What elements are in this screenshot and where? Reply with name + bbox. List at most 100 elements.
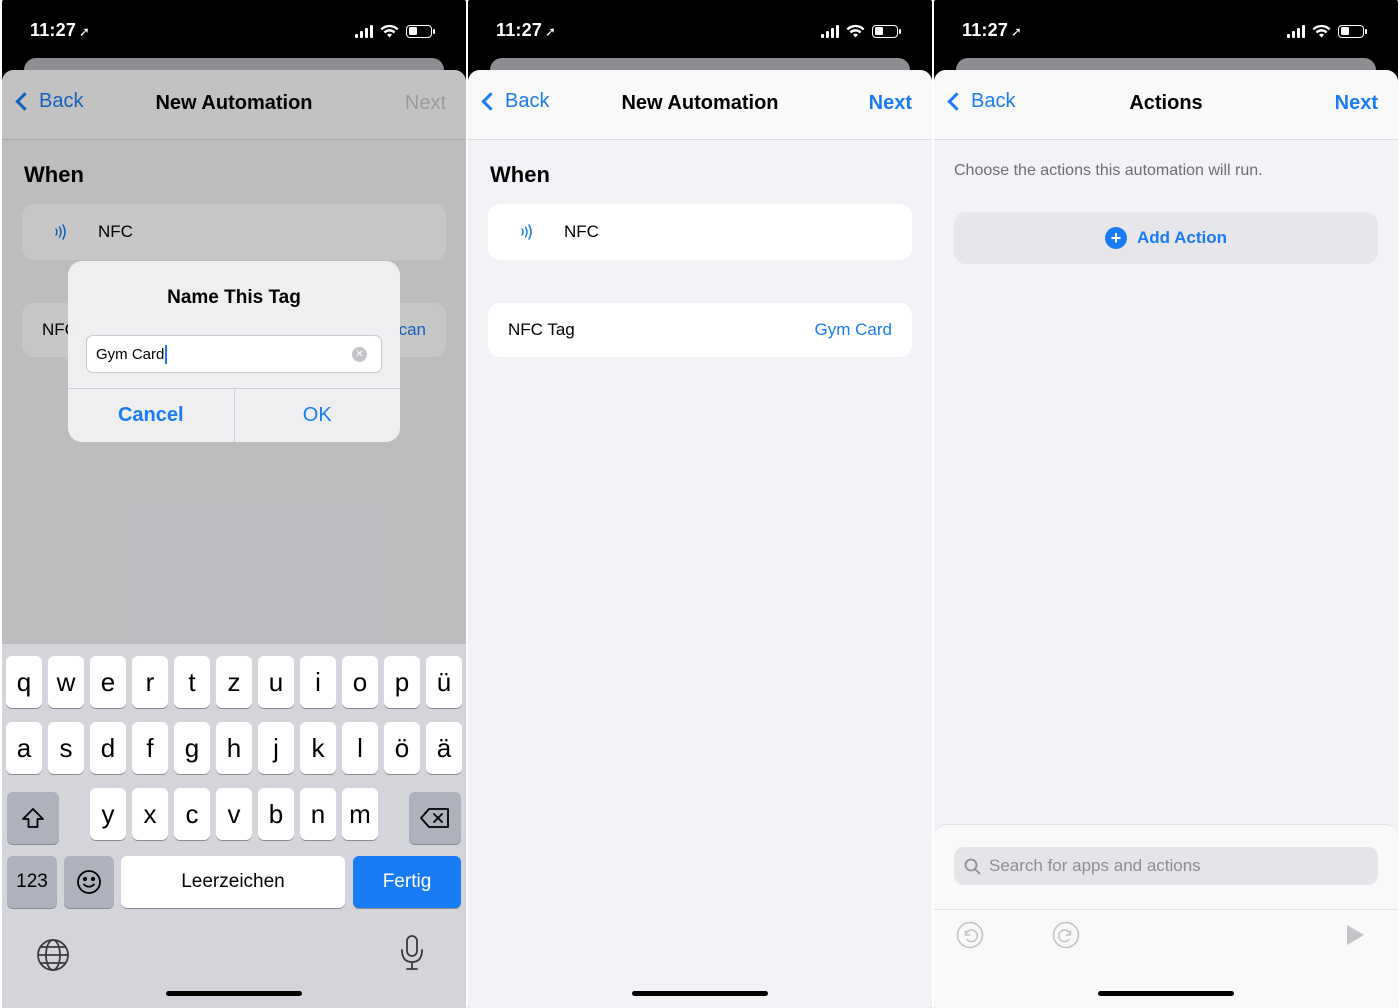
nfc-tag-value[interactable]: Gym Card xyxy=(815,320,892,340)
back-button[interactable]: Back xyxy=(478,90,549,113)
location-arrow-icon: ➚ xyxy=(79,24,91,39)
chevron-left-icon xyxy=(481,92,500,111)
emoji-icon xyxy=(77,870,101,894)
wifi-icon xyxy=(846,24,865,38)
key-k[interactable]: k xyxy=(300,722,336,774)
key-t[interactable]: t xyxy=(174,656,210,708)
text-caret xyxy=(165,344,167,364)
key-c[interactable]: c xyxy=(174,788,210,840)
home-indicator xyxy=(1098,991,1234,996)
key-x[interactable]: x xyxy=(132,788,168,840)
key-g[interactable]: g xyxy=(174,722,210,774)
actions-hint: Choose the actions this automation will … xyxy=(954,162,1263,179)
key-p[interactable]: p xyxy=(384,656,420,708)
trigger-row-nfc[interactable]: NFC xyxy=(488,204,912,260)
search-bar[interactable] xyxy=(954,847,1378,885)
key-ü[interactable]: ü xyxy=(426,656,462,708)
key-m[interactable]: m xyxy=(342,788,378,840)
emoji-key[interactable] xyxy=(64,856,114,908)
done-key[interactable]: Fertig xyxy=(353,856,461,908)
battery-icon xyxy=(1338,24,1367,38)
chevron-left-icon xyxy=(947,92,966,111)
battery-icon xyxy=(406,24,435,38)
trigger-label: NFC xyxy=(564,222,599,241)
globe-icon[interactable] xyxy=(36,938,70,977)
key-d[interactable]: d xyxy=(90,722,126,774)
status-bar: 11:27 ➚ xyxy=(934,0,1398,62)
key-h[interactable]: h xyxy=(216,722,252,774)
key-ö[interactable]: ö xyxy=(384,722,420,774)
nav-bar: Back New Automation Next xyxy=(468,70,932,140)
add-action-button[interactable]: + Add Action xyxy=(954,212,1378,264)
play-icon[interactable] xyxy=(1340,921,1368,949)
nav-bar: Back Actions Next xyxy=(934,70,1398,140)
signal-icon xyxy=(821,24,839,38)
action-search-panel xyxy=(934,824,1398,1008)
key-v[interactable]: v xyxy=(216,788,252,840)
alert-title: Name This Tag xyxy=(167,287,301,308)
screen-actions: 11:27 ➚ Back Actions Next Choose the acti… xyxy=(934,0,1398,1008)
key-z[interactable]: z xyxy=(216,656,252,708)
key-j[interactable]: j xyxy=(258,722,294,774)
status-bar: 11:27 ➚ xyxy=(468,0,932,62)
shift-icon xyxy=(22,808,44,828)
key-y[interactable]: y xyxy=(90,788,126,840)
signal-icon xyxy=(1287,24,1305,38)
tag-name-value: Gym Card xyxy=(96,345,165,363)
key-s[interactable]: s xyxy=(48,722,84,774)
backspace-icon xyxy=(420,808,449,828)
key-i[interactable]: i xyxy=(300,656,336,708)
wifi-icon xyxy=(380,24,399,38)
key-r[interactable]: r xyxy=(132,656,168,708)
cancel-button[interactable]: Cancel xyxy=(68,389,234,442)
home-indicator xyxy=(166,991,302,996)
location-arrow-icon: ➚ xyxy=(545,24,557,39)
key-q[interactable]: q xyxy=(6,656,42,708)
name-tag-alert: Name This Tag Gym Card ✕ Cancel OK xyxy=(68,261,400,442)
key-ä[interactable]: ä xyxy=(426,722,462,774)
status-time: 11:27 xyxy=(496,20,543,40)
search-icon xyxy=(964,858,981,874)
key-n[interactable]: n xyxy=(300,788,336,840)
status-time: 11:27 xyxy=(962,20,1009,40)
home-indicator xyxy=(632,991,768,996)
numbers-key[interactable]: 123 xyxy=(7,856,57,908)
actions-sheet: Back Actions Next Choose the actions thi… xyxy=(934,70,1398,1008)
status-bar: 11:27 ➚ xyxy=(2,0,466,62)
nfc-tag-label: NFC Tag xyxy=(508,320,575,339)
keyboard: 123 Leerzeichen Fertig qwertzuiopü asdfgh… xyxy=(2,644,466,1008)
section-title-when: When xyxy=(490,162,550,187)
plus-icon: + xyxy=(1104,227,1127,249)
next-button[interactable]: Next xyxy=(1335,92,1378,115)
tag-name-input[interactable]: Gym Card ✕ xyxy=(86,335,382,373)
clear-icon[interactable]: ✕ xyxy=(352,347,367,362)
back-button[interactable]: Back xyxy=(944,90,1015,113)
key-u[interactable]: u xyxy=(258,656,294,708)
microphone-icon[interactable] xyxy=(400,934,424,977)
shift-key[interactable] xyxy=(7,792,59,844)
key-o[interactable]: o xyxy=(342,656,378,708)
status-time: 11:27 xyxy=(30,20,77,40)
key-l[interactable]: l xyxy=(342,722,378,774)
automation-sheet: Back New Automation Next When NFC NFC Ta… xyxy=(468,70,932,1008)
nfc-icon xyxy=(518,223,536,241)
undo-icon[interactable] xyxy=(956,921,984,949)
search-input[interactable] xyxy=(989,856,1309,876)
redo-icon[interactable] xyxy=(1052,921,1080,949)
ok-button[interactable]: OK xyxy=(233,389,401,442)
space-key[interactable]: Leerzeichen xyxy=(121,856,345,908)
screen-new-automation: 11:27 ➚ Back New Automation Next When NFC… xyxy=(468,0,932,1008)
signal-icon xyxy=(355,24,373,38)
key-a[interactable]: a xyxy=(6,722,42,774)
add-action-label: Add Action xyxy=(1136,228,1228,247)
screen-name-tag: 11:27 ➚ Back New Automation Next When NFC… xyxy=(2,0,466,1008)
next-button[interactable]: Next xyxy=(869,92,912,115)
backspace-key[interactable] xyxy=(409,792,461,844)
key-f[interactable]: f xyxy=(132,722,168,774)
location-arrow-icon: ➚ xyxy=(1011,24,1023,39)
key-w[interactable]: w xyxy=(48,656,84,708)
key-b[interactable]: b xyxy=(258,788,294,840)
wifi-icon xyxy=(1312,24,1331,38)
nfc-tag-row[interactable]: NFC Tag Gym Card xyxy=(488,303,912,357)
key-e[interactable]: e xyxy=(90,656,126,708)
